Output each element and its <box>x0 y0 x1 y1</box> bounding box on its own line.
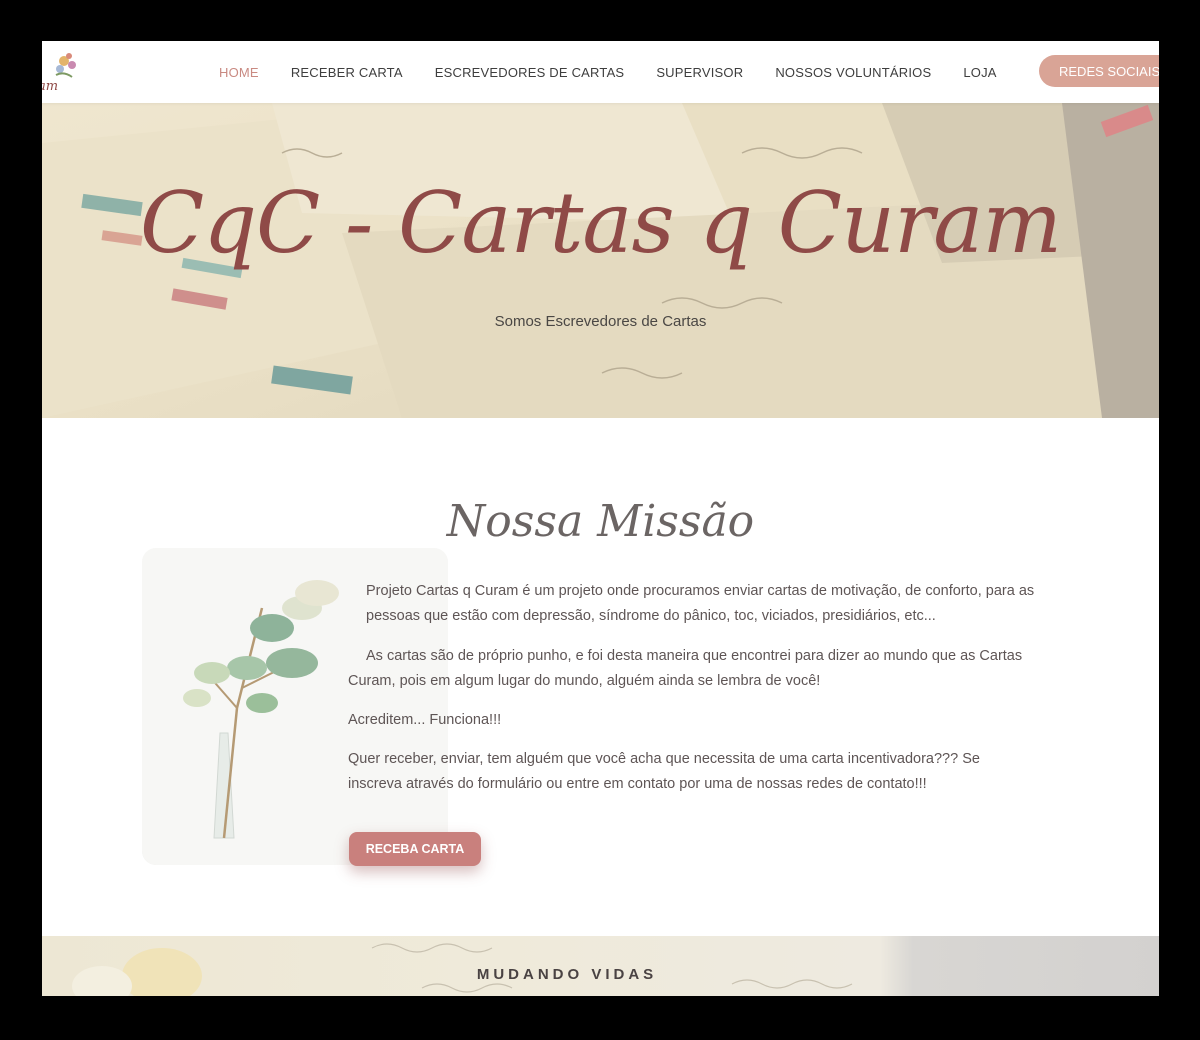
nav-home[interactable]: HOME <box>219 65 259 80</box>
nav-loja[interactable]: LOJA <box>963 65 996 80</box>
mission-title: Nossa Missão <box>446 496 755 547</box>
receba-carta-button[interactable]: RECEBA CARTA <box>349 832 481 866</box>
nav-supervisor[interactable]: SUPERVISOR <box>656 65 743 80</box>
nav-receber-carta[interactable]: RECEBER CARTA <box>291 65 403 80</box>
hero-subtitle: Somos Escrevedores de Cartas <box>494 313 707 330</box>
hero-title: CqC - Cartas q Curam <box>140 174 1062 272</box>
main-menu: HOME RECEBER CARTA ESCREVEDORES DE CARTA… <box>219 41 1029 103</box>
top-navbar: s am HOME RECEBER CARTA ESCREVEDORES DE … <box>42 41 1159 103</box>
mission-paragraph-3: Acreditem... Funciona!!! <box>348 712 502 728</box>
redes-sociais-button[interactable]: REDES SOCIAIS <box>1039 55 1159 87</box>
site-logo[interactable]: s am <box>42 47 84 93</box>
mission-paragraph-4: Quer receber, enviar, tem alguém que voc… <box>348 751 980 792</box>
flower-bouquet-logo-icon: s am <box>42 53 76 93</box>
nav-nossos-voluntarios[interactable]: NOSSOS VOLUNTÁRIOS <box>775 65 931 80</box>
mudando-vidas-title: MUDANDO VIDAS <box>476 966 658 983</box>
mudando-vidas-section: MUDANDO VIDAS <box>42 936 1159 996</box>
nav-escrevedores-de-cartas[interactable]: ESCREVEDORES DE CARTAS <box>435 65 625 80</box>
mission-paragraph-1: Projeto Cartas q Curam é um projeto onde… <box>366 583 1035 624</box>
page: s am HOME RECEBER CARTA ESCREVEDORES DE … <box>42 41 1159 996</box>
mission-paragraph-2: As cartas são de próprio punho, e foi de… <box>348 648 1023 689</box>
svg-text:am: am <box>42 79 58 93</box>
hero-banner: CqC - Cartas q Curam Somos Escrevedores … <box>42 103 1159 418</box>
